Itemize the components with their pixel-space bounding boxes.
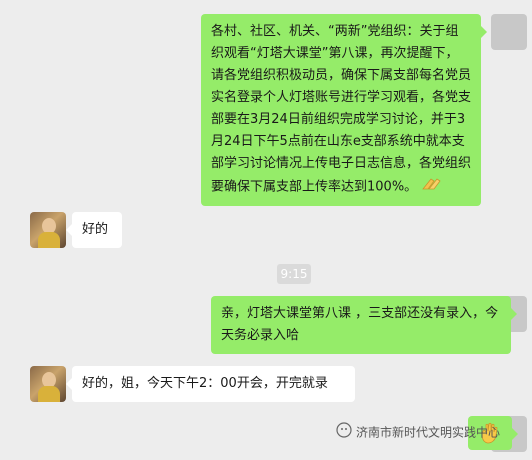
message-text: 各村、社区、机关、“两新”党组织：关于组织观看“灯塔大课堂”第八课，再次提醒下，… — [211, 24, 472, 195]
message-text: 好的，姐，今天下午2：00开会，开完就录 — [82, 376, 328, 391]
message-bubble-incoming[interactable]: 好的 — [66, 212, 122, 248]
contact-avatar[interactable] — [30, 212, 66, 248]
praying-hands-icon — [421, 175, 443, 199]
timestamp: 9:15 — [277, 264, 311, 284]
self-avatar[interactable] — [491, 14, 527, 50]
message-text: 好的 — [82, 222, 109, 237]
message-bubble-outgoing[interactable]: 各村、社区、机关、“两新”党组织：关于组织观看“灯塔大课堂”第八课，再次提醒下，… — [201, 14, 487, 206]
contact-avatar[interactable] — [30, 366, 66, 402]
watermark-text: 济南市新时代文明实践中心 — [356, 425, 501, 440]
message-bubble-outgoing[interactable]: 亲，灯塔大课堂第八课 ，三支部还没有录入，今天务必录入哈 — [211, 296, 517, 354]
wechat-official-account-icon — [336, 422, 352, 444]
message-text: 亲，灯塔大课堂第八课 ，三支部还没有录入，今天务必录入哈 — [221, 306, 499, 343]
watermark: 济南市新时代文明实践中心 — [336, 422, 500, 444]
message-bubble-incoming[interactable]: 好的，姐，今天下午2：00开会，开完就录 — [66, 366, 355, 402]
